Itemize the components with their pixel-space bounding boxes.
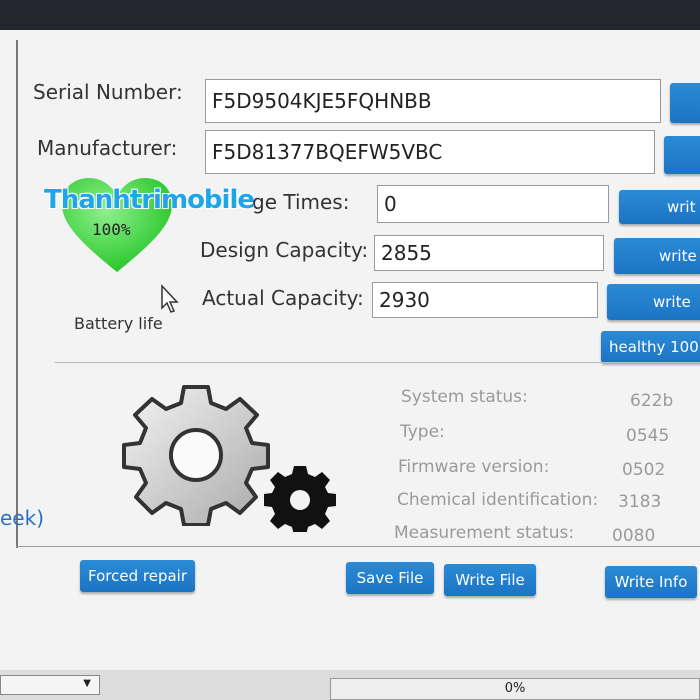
type-label: Type:	[400, 422, 445, 442]
chevron-down-icon: ▼	[83, 678, 91, 689]
cycle-write-button[interactable]: writ	[619, 190, 700, 224]
firmware-version-label: Firmware version:	[398, 457, 550, 477]
system-status-value: 622b	[630, 391, 674, 411]
chemical-id-label: Chemical identification:	[397, 490, 599, 510]
cycle-count-label: ge Times:	[252, 190, 350, 214]
save-file-button[interactable]: Save File	[346, 562, 434, 594]
serial-number-label: Serial Number:	[33, 80, 183, 104]
mouse-pointer-icon	[161, 284, 179, 313]
top-bezel	[0, 0, 700, 32]
side-partial-text: eek)	[0, 506, 44, 530]
manufacturer-field[interactable]: F5D81377BQEFW5VBC	[205, 130, 655, 174]
battery-percent: 100%	[92, 220, 131, 239]
small-gear-icon	[264, 466, 336, 532]
healthy-button[interactable]: healthy 100	[601, 331, 700, 363]
large-gear-icon	[122, 385, 270, 526]
serial-number-field[interactable]: F5D9504KJE5FQHNBB	[205, 79, 661, 123]
actual-capacity-label: Actual Capacity:	[202, 286, 364, 310]
write-file-button[interactable]: Write File	[444, 564, 536, 596]
actual-capacity-write-button[interactable]: write	[607, 284, 700, 320]
design-capacity-write-button[interactable]: write	[614, 238, 700, 274]
type-value: 0545	[626, 426, 670, 446]
watermark-logo: Thanhtrimobile	[44, 185, 255, 215]
system-status-label: System status:	[401, 387, 528, 407]
write-info-button[interactable]: Write Info	[605, 566, 697, 598]
manufacturer-write-button[interactable]	[664, 136, 700, 174]
chemical-id-value: 3183	[618, 492, 662, 512]
battery-life-label: Battery life	[74, 314, 163, 333]
actual-capacity-field[interactable]: 2930	[372, 282, 598, 318]
measurement-status-value: 0080	[612, 526, 656, 546]
progress-bar: 0%	[330, 678, 700, 700]
design-capacity-label: Design Capacity:	[200, 238, 369, 262]
firmware-version-value: 0502	[622, 460, 666, 480]
serial-write-button[interactable]	[670, 83, 700, 123]
measurement-status-label: Measurement status:	[394, 523, 575, 543]
progress-text: 0%	[504, 681, 526, 696]
section-divider	[55, 362, 700, 363]
panel-bottom-border	[16, 546, 700, 547]
design-capacity-field[interactable]: 2855	[374, 235, 604, 271]
cycle-count-field[interactable]: 0	[377, 185, 609, 223]
port-dropdown[interactable]: ▼	[0, 675, 100, 695]
forced-repair-button[interactable]: Forced repair	[80, 560, 195, 592]
panel-left-border	[16, 40, 18, 548]
manufacturer-label: Manufacturer:	[37, 136, 178, 160]
